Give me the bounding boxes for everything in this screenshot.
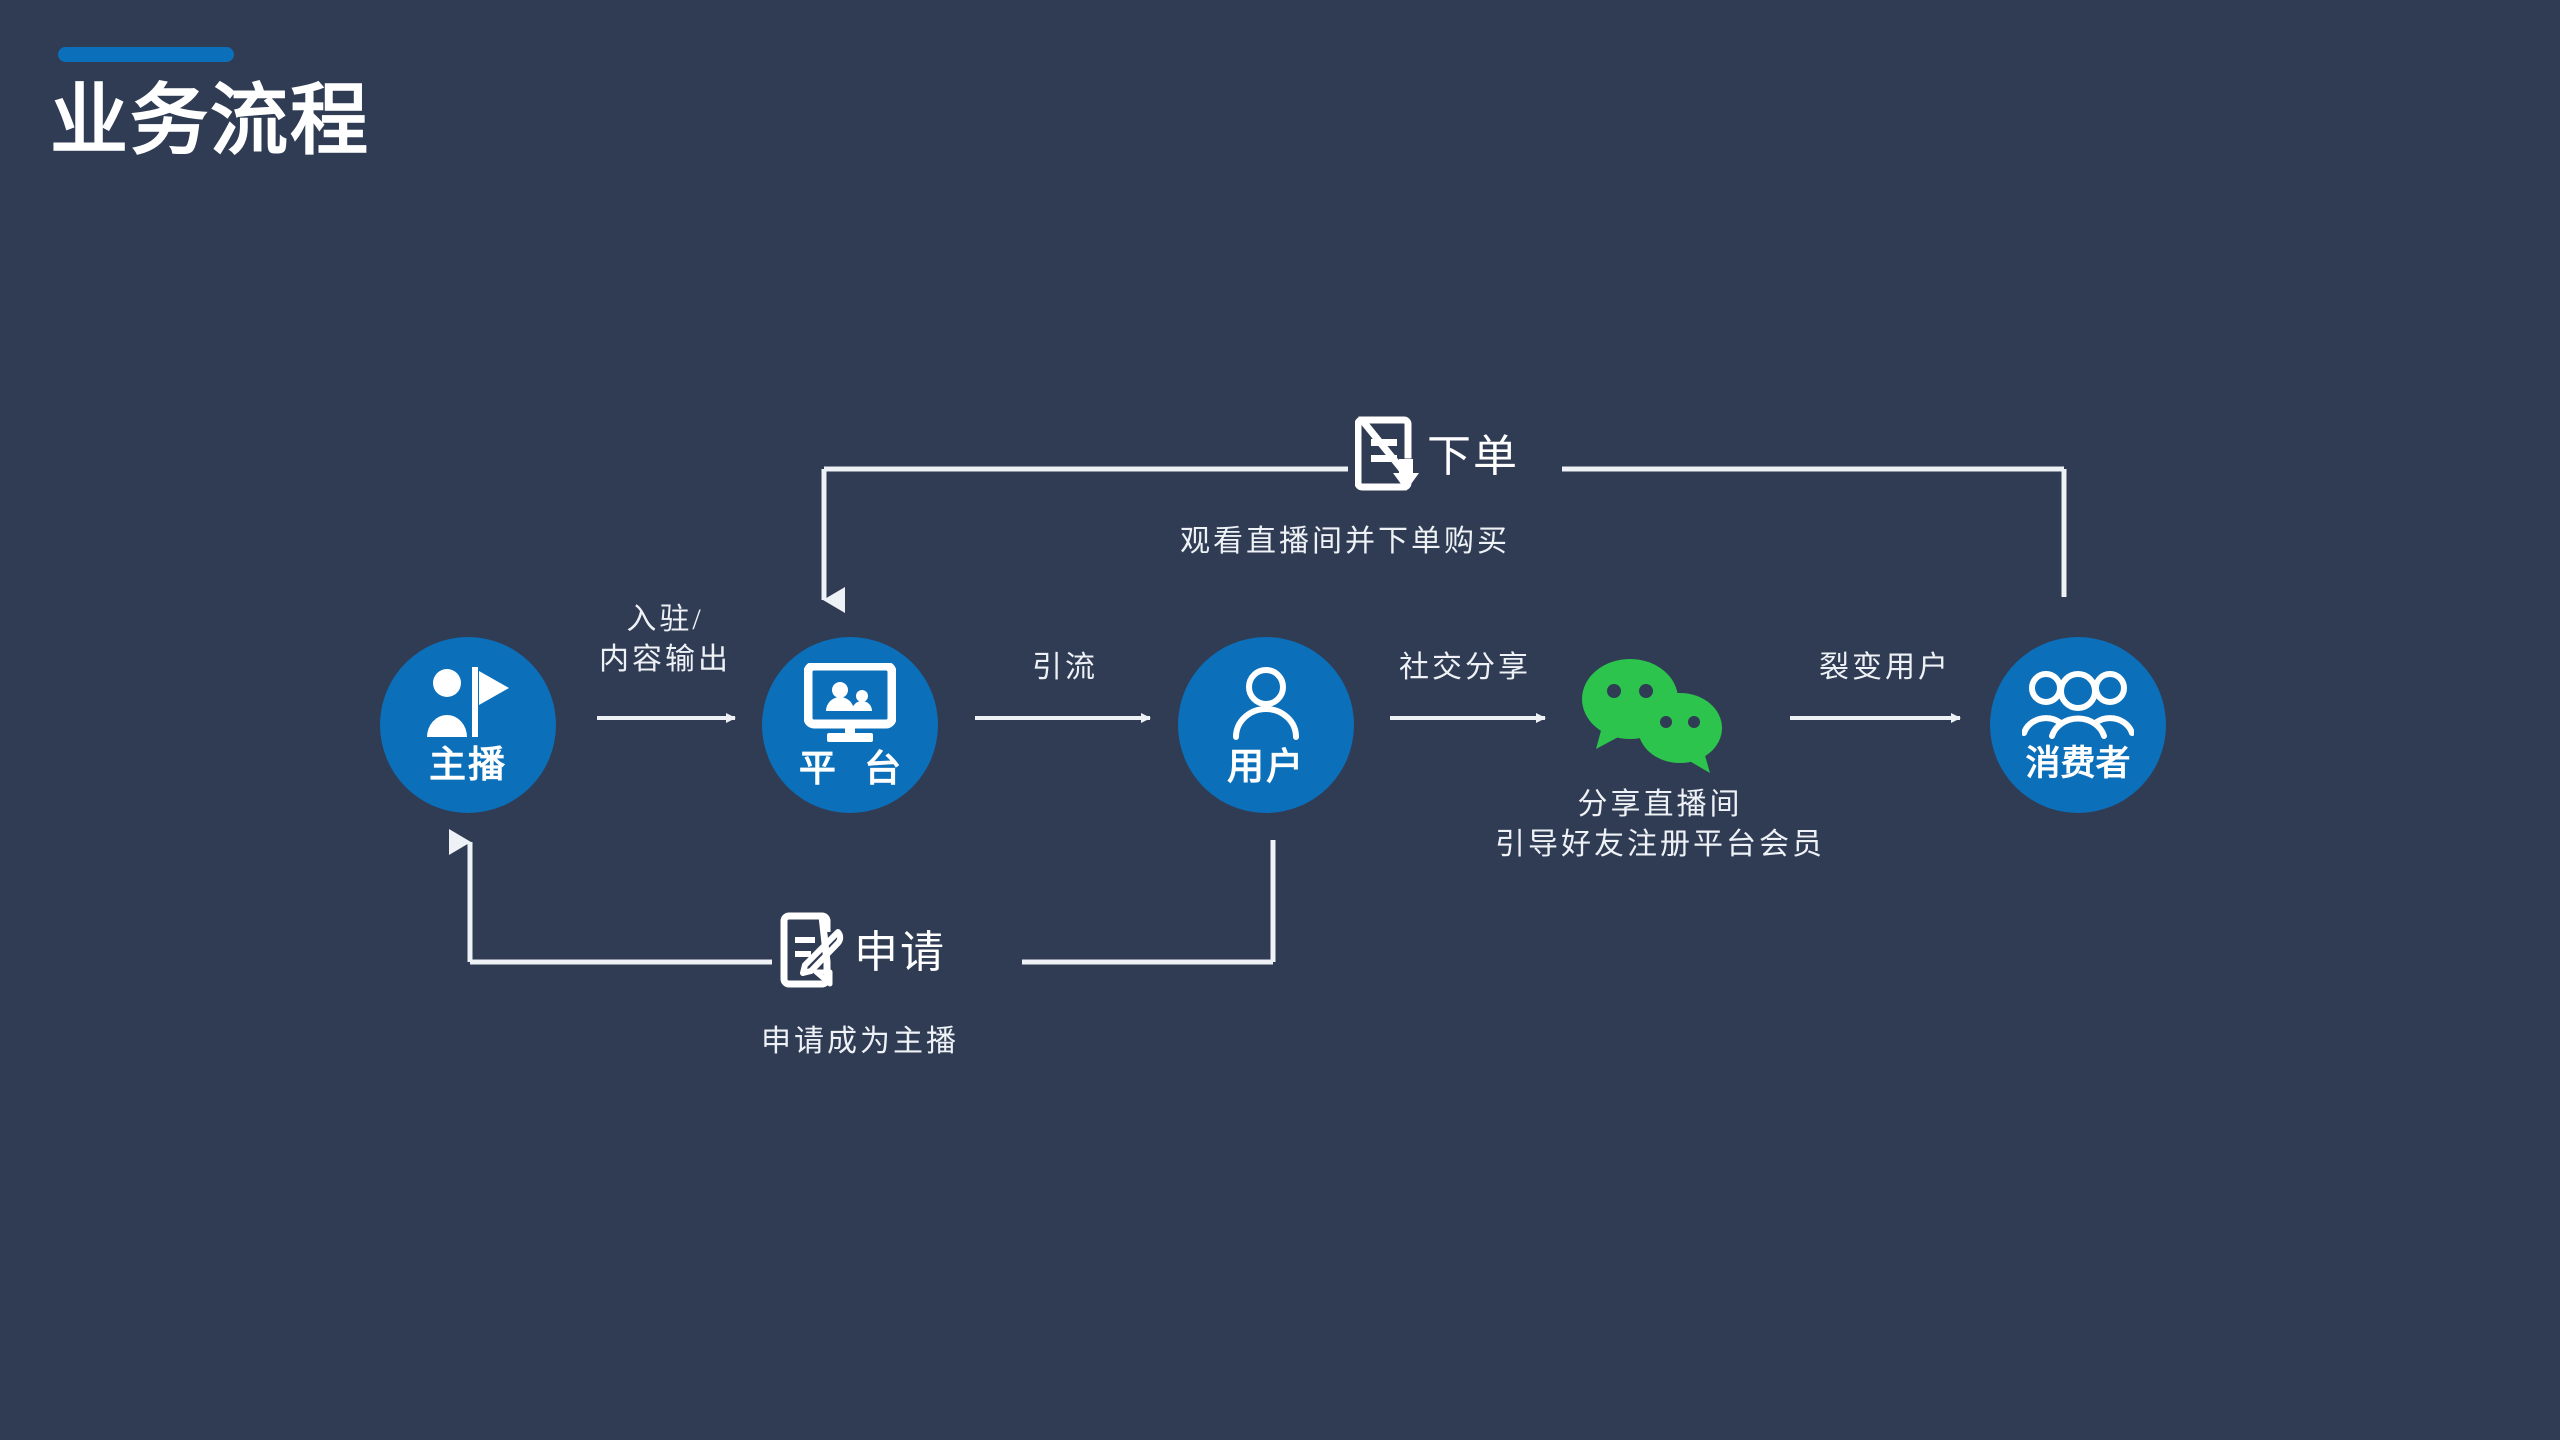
node-anchor[interactable]: 主播 <box>380 637 556 813</box>
document-edit-icon <box>778 910 850 995</box>
label-fission: 裂变用户 <box>1819 651 1951 684</box>
label-share-detail: 分享直播间 引导好友注册平台会员 <box>1460 785 1860 864</box>
badge-apply[interactable]: 申请 <box>778 910 946 995</box>
node-consumer[interactable]: 消费者 <box>1990 637 2166 813</box>
label-drainage: 引流 <box>1032 651 1098 684</box>
label-social-share: 社交分享 <box>1399 651 1531 684</box>
people-group-icon <box>2021 669 2135 744</box>
node-anchor-label: 主播 <box>429 744 507 785</box>
wechat-icon[interactable] <box>1578 655 1728 775</box>
document-download-icon <box>1354 415 1423 498</box>
node-user[interactable]: 用户 <box>1178 637 1354 813</box>
page-title: 业务流程 <box>50 76 371 164</box>
person-with-flag-icon <box>423 667 513 744</box>
badge-order-label: 下单 <box>1427 431 1519 481</box>
badge-order[interactable]: 下单 <box>1354 415 1519 498</box>
node-user-label: 用户 <box>1227 746 1305 787</box>
label-entry-line2: 内容输出 <box>599 642 731 676</box>
label-apply-sub: 申请成为主播 <box>761 1025 959 1058</box>
label-share-line1: 分享直播间 <box>1577 788 1743 821</box>
label-share-line2: 引导好友注册平台会员 <box>1495 827 1825 861</box>
node-platform[interactable]: 平 台 <box>762 637 938 813</box>
label-watch-and-order: 观看直播间并下单购买 <box>1180 525 1510 558</box>
node-platform-label: 平 台 <box>798 748 911 789</box>
slide-canvas: 业务流程 主播 平 台 用户 消费者 下单 申请 入驻/ 内容输出 引流 社交分… <box>0 0 2560 1440</box>
label-entry-line1: 入驻/ <box>626 603 704 636</box>
person-outline-icon <box>1228 665 1304 746</box>
badge-apply-label: 申请 <box>854 927 946 977</box>
label-entry: 入驻/ 内容输出 <box>570 600 760 679</box>
node-consumer-label: 消费者 <box>2025 744 2131 783</box>
monitor-broadcast-icon <box>803 661 897 748</box>
title-accent-bar <box>58 47 234 62</box>
